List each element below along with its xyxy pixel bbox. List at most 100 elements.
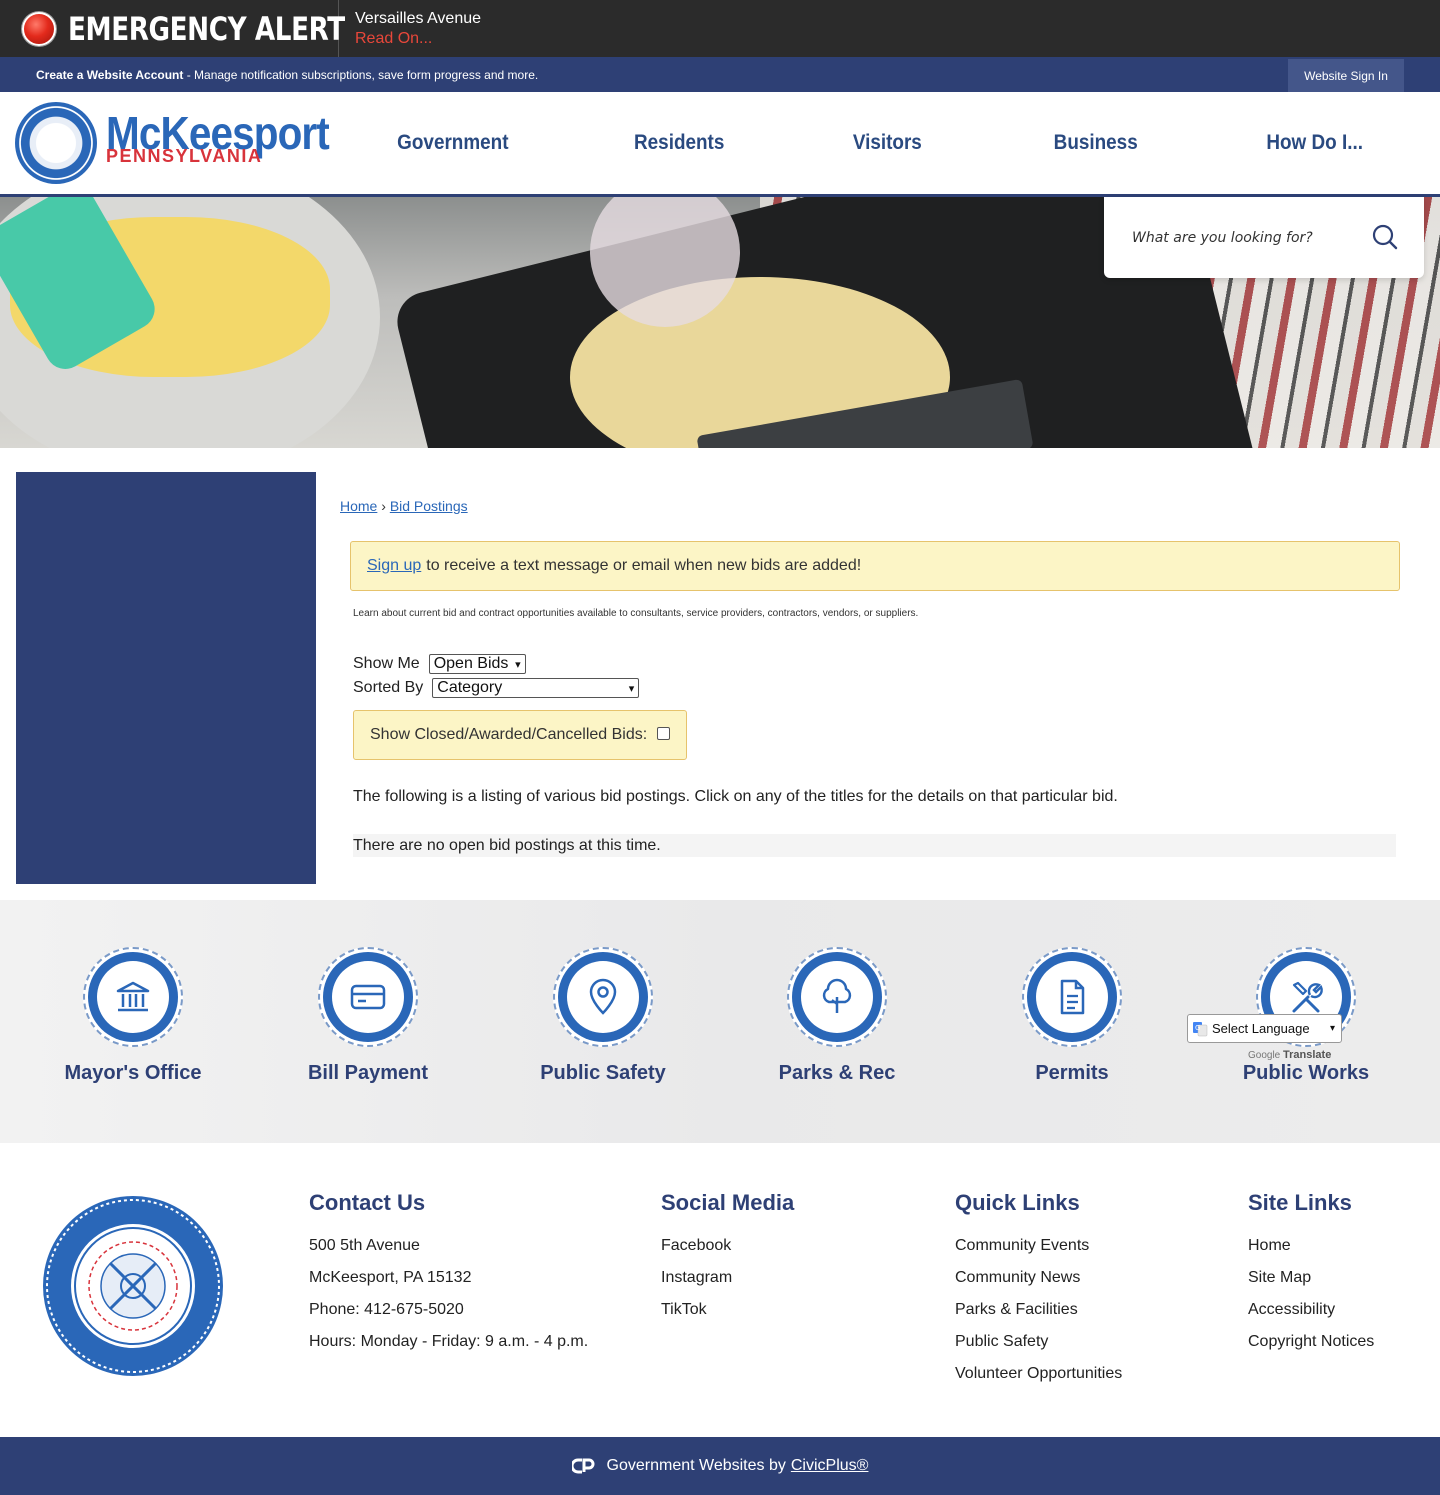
listing-description: The following is a listing of various bi…: [353, 788, 1118, 805]
quick-link-core: [801, 961, 873, 1033]
civicplus-link[interactable]: CivicPlus®: [791, 1457, 869, 1475]
nav-label: How Do I...: [1266, 131, 1363, 154]
footer-community-events-link[interactable]: Community Events: [955, 1235, 1122, 1267]
logo-state: PENNSYLVANIA: [106, 146, 263, 166]
footer-address: 500 5th Avenue: [309, 1237, 420, 1254]
footer-facebook-link[interactable]: Facebook: [661, 1235, 794, 1267]
site-header: McKeesport PENNSYLVANIA Government Resid…: [0, 92, 1440, 197]
bid-filters: Show Me Open Bids ▾ Sorted By Category ▾: [353, 652, 640, 700]
quick-link-ring: [323, 952, 413, 1042]
footer-contact-heading[interactable]: Contact Us: [309, 1190, 588, 1216]
sorted-by-select[interactable]: Category ▾: [432, 678, 640, 698]
nav-how-do-i[interactable]: How Do I...: [1261, 92, 1368, 194]
create-account-link[interactable]: Create a Website Account: [36, 68, 183, 82]
alert-item-title: Versailles Avenue: [355, 9, 482, 27]
footer-accessibility-link[interactable]: Accessibility: [1248, 1299, 1374, 1331]
footer-tiktok-link[interactable]: TikTok: [661, 1299, 794, 1331]
show-me-select[interactable]: Open Bids ▾: [428, 654, 526, 674]
bottom-bar: Government Websites by CivicPlus®: [0, 1437, 1440, 1495]
alert-light-icon: [22, 11, 56, 46]
quick-link-core: [332, 961, 404, 1033]
sign-up-link[interactable]: Sign up: [367, 557, 421, 575]
quick-link-circle: [83, 947, 183, 1047]
footer-copyright-link[interactable]: Copyright Notices: [1248, 1331, 1374, 1363]
language-select-label: Select Language: [1212, 1021, 1310, 1036]
footer-volunteer-link[interactable]: Volunteer Opportunities: [955, 1363, 1122, 1395]
quick-link-ring: [792, 952, 882, 1042]
footer-site-map-link[interactable]: Site Map: [1248, 1267, 1374, 1299]
footer-instagram-link[interactable]: Instagram: [661, 1267, 794, 1299]
footer-home-link[interactable]: Home: [1248, 1235, 1374, 1267]
nav-label: Visitors: [852, 131, 922, 154]
alert-info: Versailles Avenue Read On...: [355, 10, 481, 48]
location-pin-icon: [589, 978, 617, 1015]
quick-link-label: Public Works: [1242, 1062, 1370, 1084]
nav-government[interactable]: Government: [391, 92, 515, 194]
website-sign-in-button[interactable]: Website Sign In: [1288, 59, 1404, 92]
footer-social: Social Media Facebook Instagram TikTok: [661, 1190, 794, 1331]
footer-site-links: Site Links Home Site Map Accessibility C…: [1248, 1190, 1374, 1363]
quick-link-label: Mayor's Office: [64, 1062, 202, 1084]
search-icon[interactable]: [1372, 224, 1398, 250]
breadcrumb: Home › Bid Postings: [340, 498, 468, 514]
quick-link-permits[interactable]: Permits: [952, 947, 1192, 1085]
nav-label: Business: [1053, 131, 1138, 154]
quick-link-mayors-office[interactable]: Mayor's Office: [13, 947, 253, 1085]
quick-link-ring: [1027, 952, 1117, 1042]
breadcrumb-home-link[interactable]: Home: [340, 498, 377, 514]
quick-link-ring: [558, 952, 648, 1042]
footer-quick-links-heading[interactable]: Quick Links: [955, 1190, 1122, 1216]
language-select[interactable]: G Select Language ▾: [1187, 1014, 1342, 1043]
show-closed-box: Show Closed/Awarded/Cancelled Bids:: [353, 710, 687, 760]
quick-link-bill-payment[interactable]: Bill Payment: [248, 947, 488, 1085]
show-closed-checkbox[interactable]: [657, 726, 671, 740]
tools-icon: [1292, 981, 1323, 1013]
google-translate-icon: G: [1193, 1021, 1208, 1036]
show-closed-label: Show Closed/Awarded/Cancelled Bids:: [370, 726, 648, 743]
building-icon: [116, 981, 150, 1012]
translate-label[interactable]: Translate: [1283, 1049, 1331, 1061]
quick-link-circle: [1022, 947, 1122, 1047]
quick-link-circle: [787, 947, 887, 1047]
breadcrumb-bid-postings-link[interactable]: Bid Postings: [390, 498, 468, 514]
nav-residents[interactable]: Residents: [629, 92, 729, 194]
alert-read-on-link[interactable]: Read On...: [355, 30, 481, 48]
footer-contact: Contact Us 500 5th Avenue McKeesport, PA…: [309, 1190, 588, 1363]
page-description: Learn about current bid and contract opp…: [353, 608, 919, 619]
quick-link-label: Parks & Rec: [778, 1062, 896, 1084]
footer-social-heading: Social Media: [661, 1190, 795, 1215]
footer-public-safety-link[interactable]: Public Safety: [955, 1331, 1122, 1363]
account-description: - Manage notification subscriptions, sav…: [183, 67, 539, 82]
quick-link-circle: [318, 947, 418, 1047]
nav-visitors[interactable]: Visitors: [849, 92, 926, 194]
footer-hours: Hours: Monday - Friday: 9 a.m. - 4 p.m.: [309, 1333, 589, 1350]
quick-link-public-safety[interactable]: Public Safety: [483, 947, 723, 1085]
quick-link-parks-rec[interactable]: Parks & Rec: [717, 947, 957, 1085]
quick-link-label: Permits: [1035, 1062, 1109, 1084]
show-me-value: Open Bids: [433, 655, 509, 672]
account-text: Create a Website Account - Manage notifi…: [36, 68, 538, 82]
footer-site-links-heading[interactable]: Site Links: [1248, 1190, 1374, 1216]
city-seal-icon[interactable]: [42, 1195, 224, 1377]
nav-business[interactable]: Business: [1049, 92, 1142, 194]
chevron-down-icon: ▾: [515, 658, 521, 671]
civicplus-icon: [571, 1458, 595, 1474]
footer-community-news-link[interactable]: Community News: [955, 1267, 1122, 1299]
quick-link-label: Public Safety: [540, 1062, 666, 1084]
sidebar-panel: [16, 472, 316, 884]
empty-bids-row: There are no open bid postings at this t…: [353, 834, 1396, 857]
site-footer: Contact Us 500 5th Avenue McKeesport, PA…: [0, 1143, 1440, 1437]
chevron-down-icon: ▾: [628, 682, 635, 695]
document-icon: [1060, 979, 1085, 1015]
footer-parks-facilities-link[interactable]: Parks & Facilities: [955, 1299, 1122, 1331]
sign-up-notice: Sign up to receive a text message or ema…: [350, 541, 1400, 591]
search-box: [1104, 197, 1424, 278]
sorted-by-label: Sorted By: [353, 679, 424, 696]
tree-icon: [822, 978, 852, 1013]
quick-link-ring: [88, 952, 178, 1042]
sorted-by-value: Category: [437, 679, 503, 696]
quick-link-core: [1036, 961, 1108, 1033]
search-input[interactable]: [1132, 229, 1352, 246]
city-seal-logo[interactable]: [15, 102, 97, 184]
show-me-label: Show Me: [353, 655, 420, 672]
